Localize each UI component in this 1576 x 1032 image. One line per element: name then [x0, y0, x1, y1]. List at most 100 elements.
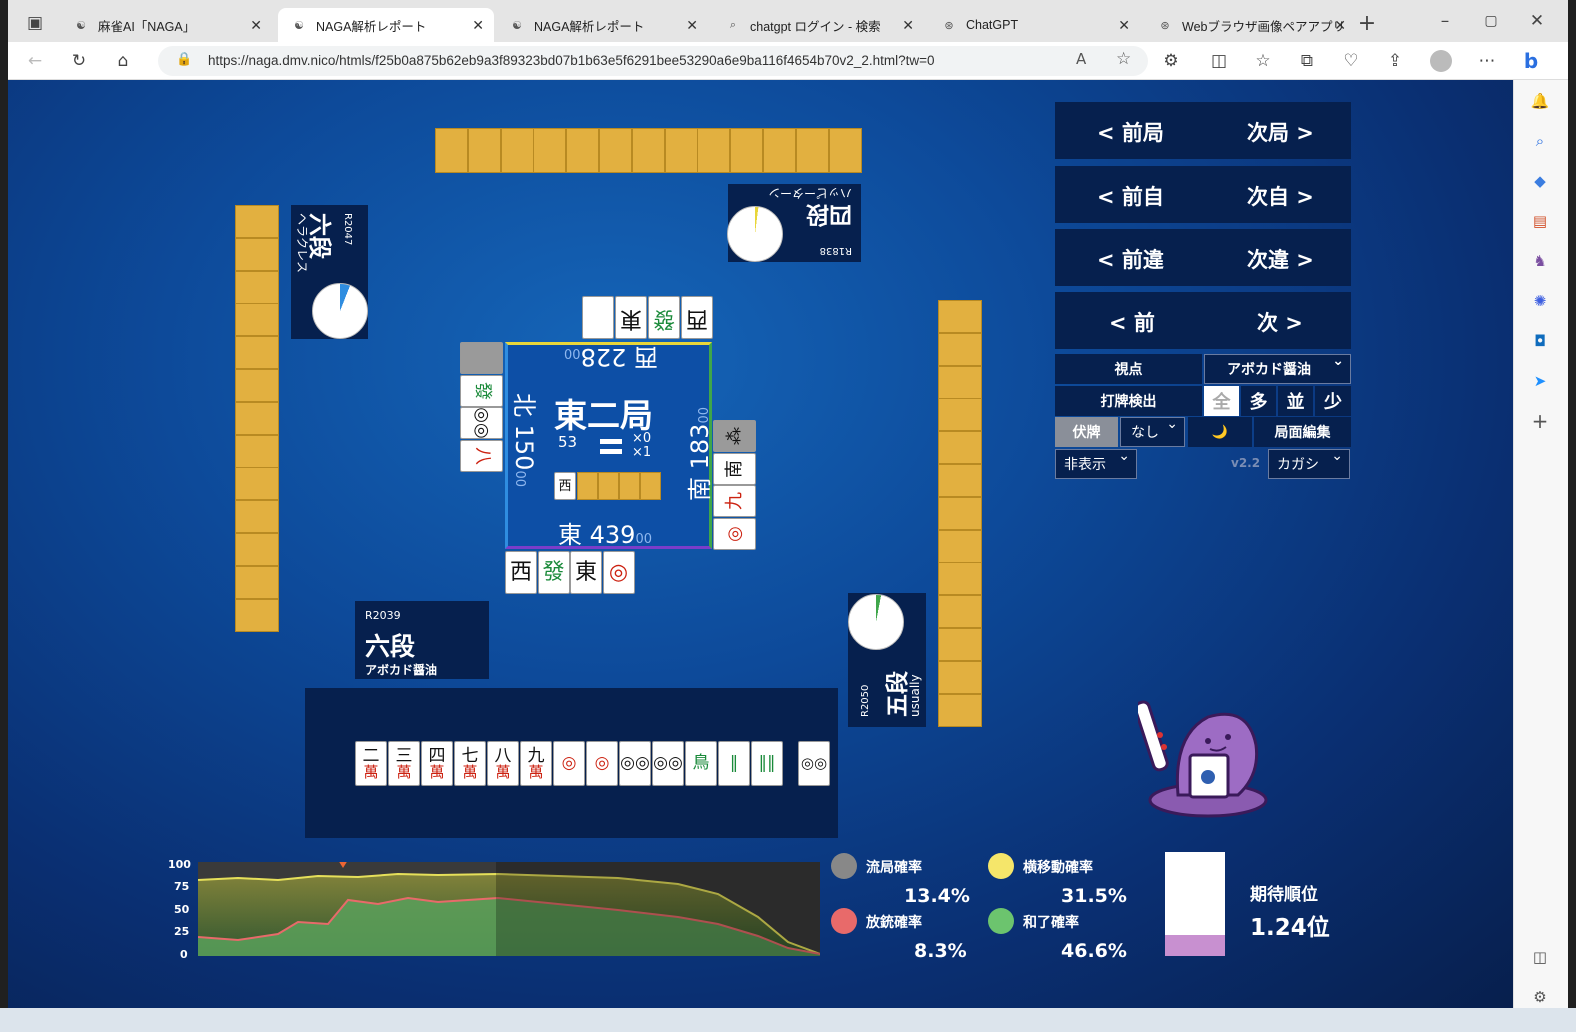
settings-icon[interactable]: ⚙	[1529, 986, 1551, 1008]
player-self-name: アボカド醤油	[365, 663, 438, 677]
tab-2[interactable]: ☯ NAGA解析レポート ✕	[278, 8, 494, 42]
detect-normal-button[interactable]: 並	[1278, 386, 1313, 416]
bell-icon[interactable]: 🔔	[1529, 90, 1551, 112]
close-icon[interactable]: ✕	[686, 17, 698, 34]
split-screen-icon[interactable]: ◫	[1208, 50, 1230, 72]
tab-6[interactable]: ⊛ Webブラウザ画像ペアアプリ開発✕	[1144, 8, 1356, 42]
dead-wall-tile	[619, 472, 640, 500]
drawn-tile[interactable]: ◎◎	[798, 741, 830, 786]
hand-tile[interactable]: 四萬	[421, 741, 453, 786]
seat-score: 228	[580, 343, 627, 371]
tile-face: 西	[685, 305, 708, 331]
hand-tile[interactable]: 九萬	[520, 741, 552, 786]
menu-icon[interactable]: ⋯	[1476, 50, 1498, 72]
add-icon[interactable]: +	[1529, 409, 1551, 433]
tools-icon[interactable]: ▤	[1529, 210, 1551, 232]
close-icon[interactable]: ✕	[250, 17, 262, 34]
wall-tile	[938, 431, 982, 465]
close-window-icon[interactable]: ✕	[1526, 10, 1548, 32]
minimize-icon[interactable]: –	[1434, 10, 1456, 32]
tag-icon[interactable]: ◆	[1529, 170, 1551, 192]
seat-score: 439	[589, 521, 636, 549]
yoko-dot	[988, 853, 1014, 879]
tab-1[interactable]: ☯ 麻雀AI「NAGA」 ✕	[60, 8, 272, 42]
hand-tile[interactable]: 七萬	[454, 741, 486, 786]
address-bar[interactable]: 🔒 https://naga.dmv.nico/htmls/f25b0a875b…	[158, 46, 1148, 76]
prev-diff-button[interactable]: < 前違	[1097, 244, 1164, 274]
honba-count: ×0	[632, 431, 652, 446]
tab-4[interactable]: ⌕ chatgpt ログイン - 検索 ✕	[712, 8, 924, 42]
detect-few-button[interactable]: 少	[1315, 386, 1351, 416]
hand-tile[interactable]: ◎	[553, 741, 585, 786]
profile-icon[interactable]	[1430, 50, 1452, 72]
close-icon[interactable]: ✕	[472, 17, 484, 34]
hand-tile[interactable]: ‖	[718, 741, 750, 786]
tab-5[interactable]: ⊛ ChatGPT ✕	[928, 8, 1140, 42]
ryukyoku-label: 流局確率	[866, 860, 922, 876]
tile-face: ◎	[608, 559, 629, 585]
next-button[interactable]: 次 >	[1257, 307, 1303, 337]
sidebar-toggle-icon[interactable]: ◫	[1529, 946, 1551, 968]
detect-many-button[interactable]: 多	[1241, 386, 1276, 416]
prev-round-button[interactable]: < 前局	[1097, 117, 1164, 147]
hide-select[interactable]: 非表示	[1055, 448, 1137, 479]
prev-self-button[interactable]: < 前自	[1097, 181, 1164, 211]
hand-tile[interactable]: ◎◎	[652, 741, 684, 786]
m365-icon[interactable]: ✺	[1529, 290, 1551, 312]
hand-tile[interactable]: 二萬	[355, 741, 387, 786]
hand-tile[interactable]: ‖‖	[751, 741, 783, 786]
wall-tile	[730, 128, 764, 173]
player-select[interactable]: カガシ	[1268, 448, 1350, 479]
prev-button[interactable]: < 前	[1109, 307, 1155, 337]
wall-tile	[235, 500, 279, 534]
hand-tile[interactable]: 鳥	[685, 741, 717, 786]
viewpoint-select[interactable]: アボカド醤油	[1204, 353, 1351, 384]
favorites-icon[interactable]: ☆	[1252, 50, 1274, 72]
tile-face: 東	[574, 559, 597, 585]
hand-tile[interactable]: 三萬	[388, 741, 420, 786]
wall-tile	[235, 565, 279, 599]
send-icon[interactable]: ➤	[1529, 370, 1551, 392]
close-icon[interactable]: ✕	[902, 17, 914, 34]
fuse-select[interactable]: なし	[1120, 416, 1185, 447]
performance-icon[interactable]: ♡	[1340, 50, 1362, 72]
hand-tile[interactable]: 八萬	[487, 741, 519, 786]
dark-mode-toggle[interactable]: 🌙	[1188, 417, 1252, 447]
tab-title: 麻雀AI「NAGA」	[98, 19, 196, 34]
tab-3[interactable]: ☯ NAGA解析レポート ✕	[496, 8, 708, 42]
next-round-button[interactable]: 次局 >	[1247, 117, 1314, 147]
read-aloud-icon[interactable]: A	[1076, 50, 1086, 68]
outlook-icon[interactable]: ◘	[1529, 330, 1551, 352]
detect-all-button[interactable]: 全	[1204, 386, 1239, 416]
collections-icon[interactable]: ⧉	[1296, 50, 1318, 72]
player-right-rating: R2050	[860, 684, 871, 717]
next-self-button[interactable]: 次自 >	[1247, 181, 1314, 211]
bing-icon[interactable]: b	[1520, 49, 1542, 73]
games-icon[interactable]: ♞	[1529, 250, 1551, 272]
tab-actions-icon[interactable]: ▣	[24, 12, 46, 34]
fuse-label: 伏牌	[1055, 417, 1118, 447]
close-icon[interactable]: ✕	[1118, 17, 1130, 34]
hand-tile[interactable]: ◎	[586, 741, 618, 786]
yoko-label: 横移動確率	[1023, 860, 1093, 876]
close-icon[interactable]: ✕	[1334, 17, 1346, 34]
share-icon[interactable]: ⇪	[1384, 50, 1406, 72]
hand-tile[interactable]: ◎◎	[619, 741, 651, 786]
reload-icon[interactable]: ↻	[68, 50, 90, 72]
edit-board-button[interactable]: 局面編集	[1254, 417, 1351, 447]
back-icon[interactable]: ←	[24, 50, 46, 72]
tile-rank: ◎	[561, 753, 577, 773]
mahjong-tile: 發	[460, 374, 503, 407]
favorite-icon[interactable]: ☆	[1116, 49, 1131, 69]
yoko-value: 31.5%	[1061, 885, 1127, 907]
next-diff-button[interactable]: 次違 >	[1247, 244, 1314, 274]
new-tab-icon[interactable]: +	[1356, 11, 1378, 36]
home-icon[interactable]: ⌂	[112, 50, 134, 72]
search-icon[interactable]: ⌕	[1529, 130, 1551, 152]
tile-face: 發	[652, 305, 675, 331]
wall-tile	[938, 496, 982, 530]
wall-tile	[938, 300, 982, 333]
maximize-icon[interactable]: ▢	[1480, 10, 1502, 32]
seat-wind: 西	[634, 343, 658, 371]
extensions-icon[interactable]: ⚙	[1160, 50, 1182, 72]
